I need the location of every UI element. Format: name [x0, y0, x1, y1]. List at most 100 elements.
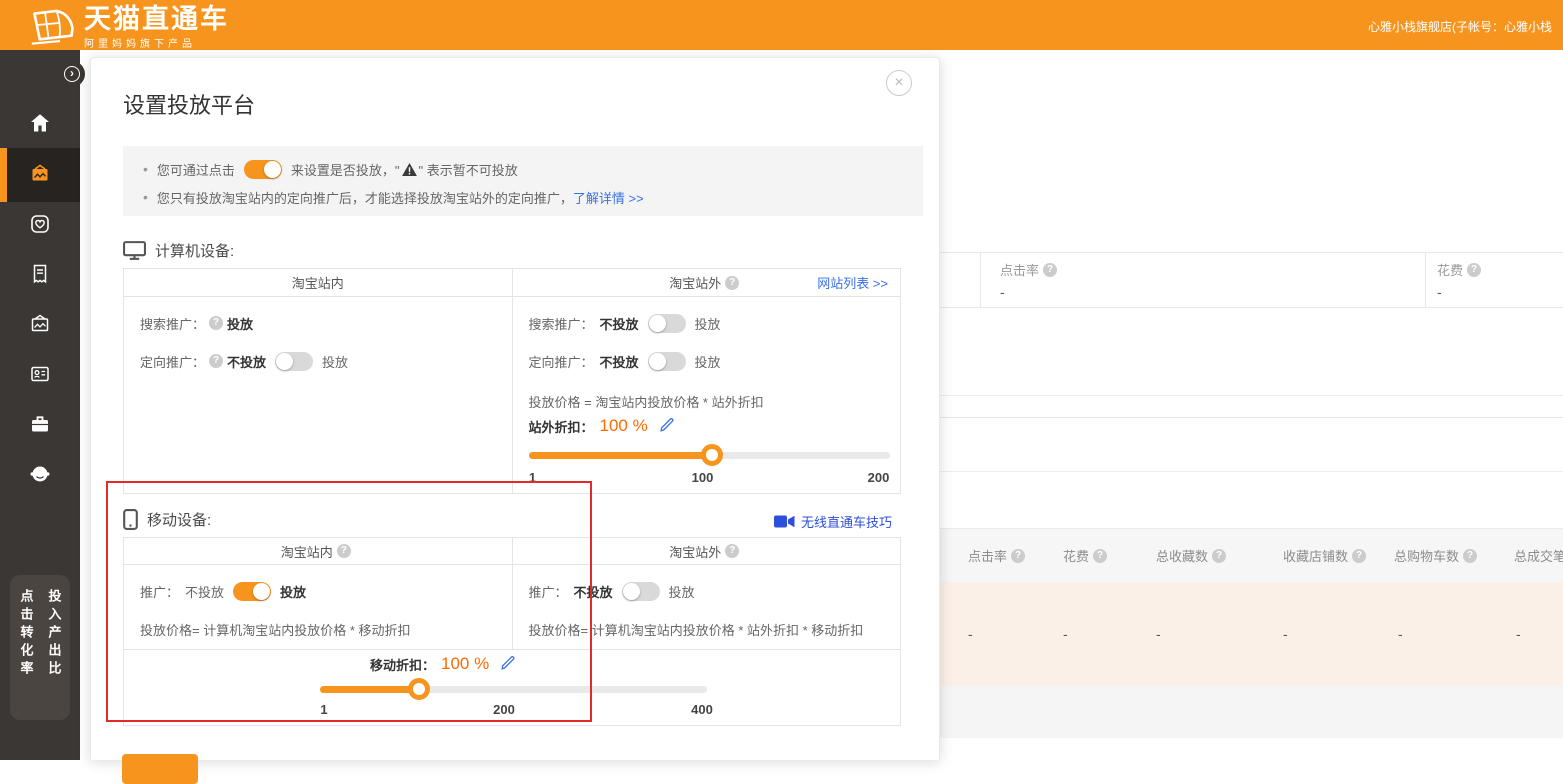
top-header: 天猫直通车 阿里妈妈旗下产品 心雅小栈旗舰店(子帐号：心雅小栈 [0, 0, 1563, 50]
sidebar-item-favorites[interactable] [0, 203, 80, 247]
receipt-icon [28, 262, 52, 289]
bg-col-shopfavs: 收藏店铺数? [1283, 546, 1370, 565]
help-icon: ? [725, 544, 739, 558]
help-icon: ? [209, 316, 223, 330]
mobile-outside-cell: 推广： 不投放 投放 投放价格= 计算机淘宝站内投放价格 * 站外折扣 * 移动… [513, 565, 901, 649]
mobile-outside-price-formula: 投放价格= 计算机淘宝站内投放价格 * 站外折扣 * 移动折扣 [529, 619, 885, 639]
bg-col-deals: 总成交笔 [1514, 546, 1563, 565]
picture-frame-icon [28, 312, 52, 339]
bg-divider-top [940, 252, 1563, 253]
computer-inside-header: 淘宝站内 [124, 269, 513, 296]
mobile-inside-cell: 推广： 不投放 投放 投放价格= 计算机淘宝站内投放价格 * 移动折扣 [124, 565, 513, 649]
pc-inside-target-toggle[interactable] [275, 352, 313, 371]
metric-roi: 投入产出比 [45, 589, 64, 720]
confirm-button[interactable] [122, 754, 198, 784]
sidebar-item-contacts[interactable] [0, 353, 80, 397]
logo-title: 天猫直通车 [84, 4, 229, 34]
bg-col-cost: 花费? [1063, 546, 1111, 565]
logo-subtitle: 阿里妈妈旗下产品 [84, 35, 229, 50]
bg-hline-2 [940, 417, 1563, 418]
bg-divider-bottom [940, 307, 1563, 308]
edit-pencil-icon[interactable] [660, 418, 674, 435]
outside-discount-slider: 1 100 200 [529, 452, 890, 498]
sidebar-metrics-panel[interactable]: 点击转化率 投入产出比 [10, 575, 70, 720]
warning-triangle-icon [402, 163, 417, 176]
mobile-platform-table: 淘宝站内? 淘宝站外? 推广： 不投放 投放 投放价格= 计算机淘宝站内投放价格… [123, 537, 901, 726]
sidebar-item-tools[interactable] [0, 403, 80, 447]
computer-outside-cell: 搜索推广： 不投放 投放 定向推广： 不投放 投放 投放价格 = 淘宝站内投放价… [513, 297, 901, 494]
bg-stat-cost-label: 花费? [1437, 260, 1485, 279]
help-icon: ? [1212, 549, 1226, 563]
set-platform-modal: × 设置投放平台 • 您可通过点击 来设置是否投放，" " 表示暂不可投放 • … [90, 57, 940, 760]
edit-pencil-icon[interactable] [501, 656, 515, 673]
pc-inside-search-row: 搜索推广： ? 投放 [140, 311, 496, 335]
pc-outside-search-toggle[interactable] [648, 314, 686, 333]
sidebar-item-report[interactable] [0, 253, 80, 297]
mobile-outside-promo-toggle[interactable] [622, 582, 660, 601]
bg-cell: - [1516, 626, 1521, 642]
outside-discount-slider-handle[interactable] [701, 444, 723, 466]
bg-table-row-empty [940, 686, 1563, 738]
mobile-discount-line: 移动折扣： 100 % [370, 654, 515, 674]
app-logo[interactable]: 天猫直通车 阿里妈妈旗下产品 [30, 4, 229, 50]
mobile-outside-promo-row: 推广： 不投放 投放 [529, 579, 885, 603]
pc-outside-discount-row: 站外折扣： 100 % [529, 413, 885, 439]
bg-col-clickrate: 点击率? [968, 546, 1029, 565]
briefcase-icon [28, 412, 52, 439]
computer-outside-header: 淘宝站外? 网站列表 >> [513, 269, 901, 296]
bg-vline-2 [1425, 252, 1426, 307]
bg-stat-ctr-value: - [1000, 284, 1005, 300]
mobile-discount-slider-handle[interactable] [408, 678, 430, 700]
pc-outside-search-row: 搜索推广： 不投放 投放 [529, 311, 885, 335]
mobile-inside-promo-toggle[interactable] [233, 582, 271, 601]
help-icon: ? [1463, 549, 1477, 563]
slider-max-label: 400 [691, 702, 713, 717]
phone-icon [123, 509, 138, 530]
mobile-discount-slider: 1 200 400 [320, 686, 707, 726]
pc-outside-target-row: 定向推广： 不投放 投放 [529, 349, 885, 373]
mobile-outside-header: 淘宝站外? [513, 538, 901, 564]
sidebar-item-home[interactable] [0, 102, 80, 146]
learn-more-link[interactable]: 了解详情 >> [573, 188, 644, 207]
metric-click-conversion: 点击转化率 [17, 589, 36, 720]
account-name[interactable]: 心雅小栈旗舰店(子帐号：心雅小栈 [1368, 18, 1563, 35]
mobile-inside-header: 淘宝站内? [124, 538, 513, 564]
tip-box: • 您可通过点击 来设置是否投放，" " 表示暂不可投放 • 您只有投放淘宝站内… [123, 146, 923, 216]
train-logo-icon [30, 6, 76, 49]
help-icon: ? [1093, 549, 1107, 563]
bg-hline-3 [940, 471, 1563, 472]
pc-outside-price-formula: 投放价格 = 淘宝站内投放价格 * 站外折扣 [529, 391, 885, 411]
close-icon[interactable]: × [886, 70, 912, 96]
bg-cell: - [1283, 626, 1288, 642]
sidebar-item-community[interactable] [0, 453, 80, 497]
tip-line-2: • 您只有投放淘宝站内的定向推广后，才能选择投放淘宝站外的定向推广， 了解详情 … [143, 185, 903, 209]
slider-mid-label: 100 [692, 470, 714, 485]
chevron-right-icon: › [64, 66, 80, 82]
bg-col-carts: 总购物车数? [1394, 546, 1481, 565]
computer-section-title: 计算机设备: [123, 240, 234, 261]
mobile-discount-value: 100 % [441, 654, 489, 674]
bullet-icon: • [143, 189, 148, 205]
mobile-inside-promo-row: 推广： 不投放 投放 [140, 579, 496, 603]
help-icon: ? [1352, 549, 1366, 563]
bg-hline-1 [940, 395, 1563, 396]
help-icon: ? [1467, 263, 1481, 277]
campaign-icon [28, 162, 52, 189]
id-card-icon [28, 362, 52, 389]
mobile-discount-slider-track[interactable] [320, 686, 707, 693]
wireless-tips-link[interactable]: 无线直通车技巧 [774, 512, 892, 531]
help-icon: ? [725, 276, 739, 290]
bg-table-header: 点击率? 花费? 总收藏数? 收藏店铺数? 总购物车数? 总成交笔 [940, 528, 1563, 582]
sidebar-item-campaign[interactable] [0, 153, 80, 197]
bg-cell: - [968, 626, 973, 642]
outside-discount-slider-track[interactable] [529, 452, 890, 459]
site-list-link[interactable]: 网站列表 >> [817, 273, 888, 292]
sidebar-collapse-button[interactable]: › [59, 61, 85, 87]
sidebar-nav: 点击转化率 投入产出比 [0, 50, 80, 760]
slider-min-label: 1 [529, 470, 536, 485]
help-icon: ? [337, 544, 351, 558]
heart-icon [28, 212, 52, 239]
pc-outside-target-toggle[interactable] [648, 352, 686, 371]
bg-stat-cost-value: - [1437, 284, 1442, 300]
sidebar-item-creative[interactable] [0, 303, 80, 347]
